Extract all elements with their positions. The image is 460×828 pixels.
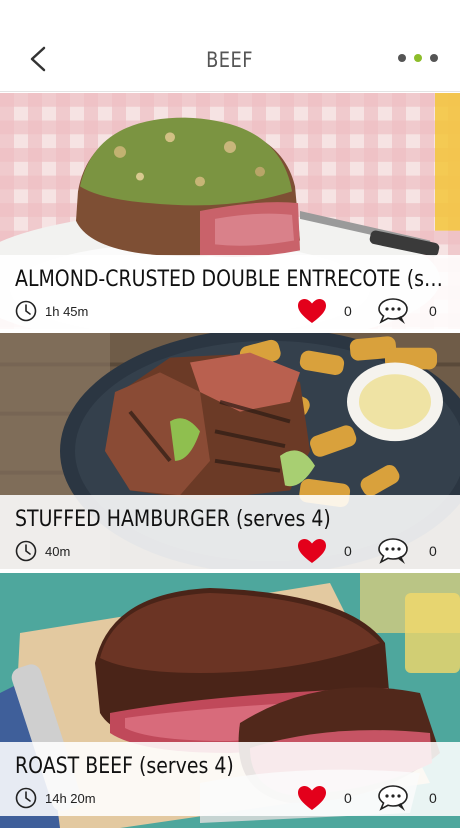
like-button[interactable]: 0 [297, 785, 352, 811]
comment-count: 0 [429, 303, 437, 319]
recipe-list: ALMOND-CRUSTED DOUBLE ENTRECOTE (serves … [0, 93, 460, 828]
more-options-button[interactable] [398, 54, 438, 62]
clock-icon [15, 300, 37, 322]
like-count: 0 [344, 303, 352, 319]
heart-icon [298, 539, 326, 563]
like-count: 0 [344, 543, 352, 559]
time-label: 1h 45m [45, 303, 89, 319]
top-bar: BEEF [0, 28, 460, 92]
recipe-info: ALMOND-CRUSTED DOUBLE ENTRECOTE (serves … [0, 255, 460, 329]
heart-icon [298, 299, 326, 323]
comment-bubble-icon [378, 785, 408, 811]
more-dots-icon [398, 54, 406, 62]
comment-button[interactable]: 0 [377, 537, 437, 569]
recipe-title: ROAST BEEF (serves 4) [15, 754, 234, 779]
recipe-info: ROAST BEEF (serves 4) 14h 20m 0 0 [0, 742, 460, 816]
comment-bubble-icon [378, 538, 408, 564]
clock-icon [15, 787, 37, 809]
heart-icon [298, 786, 326, 810]
time-label: 40m [45, 543, 71, 559]
comment-bubble-icon [378, 298, 408, 324]
comment-button[interactable]: 0 [377, 784, 437, 817]
comment-button[interactable]: 0 [377, 297, 437, 329]
recipe-title: ALMOND-CRUSTED DOUBLE ENTRECOTE (serves … [15, 267, 445, 292]
back-button[interactable] [22, 42, 56, 76]
like-count: 0 [344, 790, 352, 806]
prep-time: 40m [15, 540, 70, 562]
page-title: BEEF [206, 47, 254, 72]
prep-time: 1h 45m [15, 300, 88, 322]
more-dots-icon [430, 54, 438, 62]
like-button[interactable]: 0 [297, 298, 352, 324]
like-button[interactable]: 0 [297, 538, 352, 564]
recipe-info: STUFFED HAMBURGER (serves 4) 40m 0 0 [0, 495, 460, 569]
more-dots-icon [414, 54, 422, 62]
clock-icon [15, 540, 37, 562]
back-arrow-icon [30, 46, 46, 72]
status-bar [0, 0, 460, 28]
recipe-card[interactable]: ROAST BEEF (serves 4) 14h 20m 0 0 [0, 573, 460, 828]
recipe-card[interactable]: STUFFED HAMBURGER (serves 4) 40m 0 0 [0, 333, 460, 573]
comment-count: 0 [429, 543, 437, 559]
comment-count: 0 [429, 790, 437, 806]
recipe-card[interactable]: ALMOND-CRUSTED DOUBLE ENTRECOTE (serves … [0, 93, 460, 333]
prep-time: 14h 20m [15, 787, 96, 809]
recipe-title: STUFFED HAMBURGER (serves 4) [15, 507, 331, 532]
time-label: 14h 20m [45, 790, 96, 806]
